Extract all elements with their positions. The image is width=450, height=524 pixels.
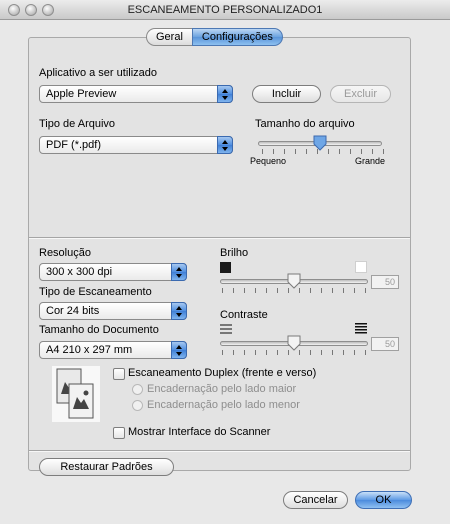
doc-size-value: A4 210 x 297 mm xyxy=(46,344,133,356)
resolution-label: Resolução xyxy=(39,247,91,259)
file-type-select[interactable]: PDF (*.pdf) xyxy=(39,136,233,154)
tab-geral[interactable]: Geral xyxy=(146,28,192,46)
resolution-value: 300 x 300 dpi xyxy=(46,266,113,278)
show-interface-label: Mostrar Interface do Scanner xyxy=(128,426,271,438)
bind-long-edge-radio[interactable] xyxy=(132,384,143,395)
brightness-value-field[interactable]: 50 xyxy=(371,275,399,289)
doc-size-label: Tamanho do Documento xyxy=(39,324,159,336)
brightness-slider-thumb[interactable] xyxy=(287,273,301,289)
file-size-slider-thumb[interactable] xyxy=(313,135,327,151)
scan-type-select[interactable]: Cor 24 bits xyxy=(39,302,187,320)
brightness-label: Brilho xyxy=(220,247,249,259)
file-size-min-label: Pequeno xyxy=(250,156,287,166)
contrast-label: Contraste xyxy=(220,309,268,321)
bind-long-edge-label: Encadernação pelo lado maior xyxy=(147,383,297,395)
resolution-select[interactable]: 300 x 300 dpi xyxy=(39,263,187,281)
dialog-content: Geral Configurações Aplicativo a ser uti… xyxy=(0,21,450,524)
light-square-icon xyxy=(355,261,367,273)
add-app-button[interactable]: Incluir xyxy=(252,85,321,103)
file-size-label: Tamanho do arquivo xyxy=(255,118,355,130)
ok-button[interactable]: OK xyxy=(355,491,412,509)
doc-size-select[interactable]: A4 210 x 297 mm xyxy=(39,341,187,359)
contrast-slider-thumb[interactable] xyxy=(287,335,301,351)
app-select-value: Apple Preview xyxy=(46,88,117,100)
remove-app-button[interactable]: Excluir xyxy=(330,85,391,103)
restore-defaults-button[interactable]: Restaurar Padrões xyxy=(39,458,174,476)
tab-configuracoes[interactable]: Configurações xyxy=(191,28,283,46)
popup-arrows-icon xyxy=(171,341,187,359)
scan-type-value: Cor 24 bits xyxy=(46,305,100,317)
app-label: Aplicativo a ser utilizado xyxy=(39,67,158,79)
high-contrast-icon xyxy=(355,323,367,334)
popup-arrows-icon xyxy=(171,263,187,281)
file-type-value: PDF (*.pdf) xyxy=(46,139,102,151)
show-interface-checkbox[interactable] xyxy=(113,427,125,439)
bind-short-edge-radio[interactable] xyxy=(132,400,143,411)
bind-short-edge-label: Encadernação pelo lado menor xyxy=(147,399,300,411)
scan-type-label: Tipo de Escaneamento xyxy=(39,286,152,298)
tab-bar: Geral Configurações xyxy=(146,28,283,46)
duplex-checkbox[interactable] xyxy=(113,368,125,380)
contrast-value-field[interactable]: 50 xyxy=(371,337,399,351)
section-divider xyxy=(29,237,410,238)
dark-square-icon xyxy=(220,262,231,273)
window-title: ESCANEAMENTO PERSONALIZADO1 xyxy=(127,4,323,16)
duplex-label: Escaneamento Duplex (frente e verso) xyxy=(128,367,317,379)
duplex-document-icon xyxy=(52,366,100,422)
footer-divider xyxy=(29,450,410,451)
popup-arrows-icon xyxy=(217,85,233,103)
file-type-label: Tipo de Arquivo xyxy=(39,118,116,130)
low-contrast-icon xyxy=(220,324,232,334)
cancel-button[interactable]: Cancelar xyxy=(283,491,348,509)
popup-arrows-icon xyxy=(217,136,233,154)
app-select[interactable]: Apple Preview xyxy=(39,85,233,103)
file-size-max-label: Grande xyxy=(355,156,386,166)
popup-arrows-icon xyxy=(171,302,187,320)
title-bar: ESCANEAMENTO PERSONALIZADO1 xyxy=(0,0,450,20)
